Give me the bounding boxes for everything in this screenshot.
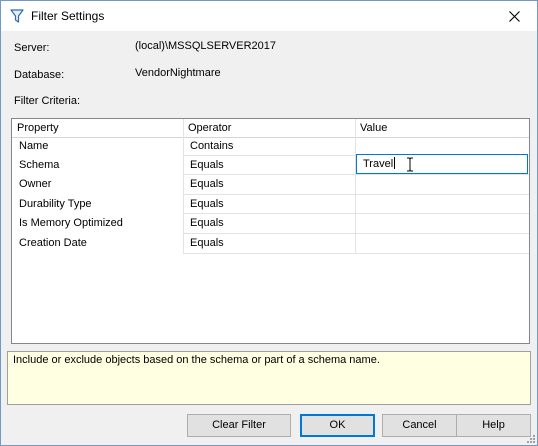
filter-criteria-label: Filter Criteria:	[14, 95, 81, 107]
dialog-title: Filter Settings	[31, 9, 105, 23]
description-panel: Include or exclude objects based on the …	[7, 351, 531, 405]
database-value: VendorNightmare	[135, 67, 221, 79]
grid-row-is-memory-optimized[interactable]: Is Memory Optimized Equals	[12, 214, 529, 233]
operator-cell[interactable]: Contains	[183, 137, 355, 156]
header-property[interactable]: Property	[12, 119, 183, 137]
cancel-button[interactable]: Cancel	[382, 414, 457, 437]
property-cell: Is Memory Optimized	[19, 217, 123, 229]
filter-settings-dialog: Filter Settings Server: (local)\MSSQLSER…	[0, 0, 538, 446]
close-icon	[508, 10, 520, 22]
database-label: Database:	[14, 69, 65, 81]
text-caret	[394, 157, 396, 169]
description-text: Include or exclude objects based on the …	[13, 354, 380, 366]
grid-row-creation-date[interactable]: Creation Date Equals	[12, 234, 529, 253]
clear-filter-button[interactable]: Clear Filter	[187, 414, 291, 437]
operator-cell[interactable]: Equals	[183, 234, 355, 253]
close-button[interactable]	[491, 1, 537, 31]
property-cell: Name	[19, 140, 49, 152]
value-cell[interactable]	[355, 175, 529, 194]
grid-row-durability-type[interactable]: Durability Type Equals	[12, 195, 529, 214]
property-cell: Durability Type	[19, 198, 92, 210]
schema-value-input[interactable]: Travel	[356, 154, 528, 174]
operator-cell[interactable]: Equals	[183, 175, 355, 194]
operator-cell[interactable]: Equals	[183, 156, 355, 175]
text-cursor-icon	[407, 157, 413, 172]
ok-button[interactable]: OK	[300, 414, 375, 437]
property-cell: Schema	[19, 159, 60, 171]
schema-value-text: Travel	[363, 158, 394, 170]
property-cell: Owner	[19, 178, 52, 190]
value-cell[interactable]	[355, 214, 529, 233]
filter-icon	[10, 9, 24, 23]
resize-grip-icon[interactable]	[525, 433, 535, 443]
help-button[interactable]: Help	[456, 414, 531, 437]
operator-cell[interactable]: Equals	[183, 195, 355, 214]
server-label: Server:	[14, 42, 50, 54]
operator-cell[interactable]: Equals	[183, 214, 355, 233]
grid-row-owner[interactable]: Owner Equals	[12, 175, 529, 194]
title-bar: Filter Settings	[1, 1, 537, 31]
header-value[interactable]: Value	[355, 119, 529, 137]
grid-header: Property Operator Value	[12, 119, 529, 138]
filter-criteria-grid: Property Operator Value Name Contains Sc…	[11, 118, 530, 344]
value-cell[interactable]	[355, 234, 529, 253]
property-cell: Creation Date	[19, 237, 87, 249]
row-divider	[183, 253, 529, 254]
header-operator[interactable]: Operator	[183, 119, 355, 137]
server-value: (local)\MSSQLSERVER2017	[135, 40, 277, 52]
value-cell[interactable]	[355, 195, 529, 214]
